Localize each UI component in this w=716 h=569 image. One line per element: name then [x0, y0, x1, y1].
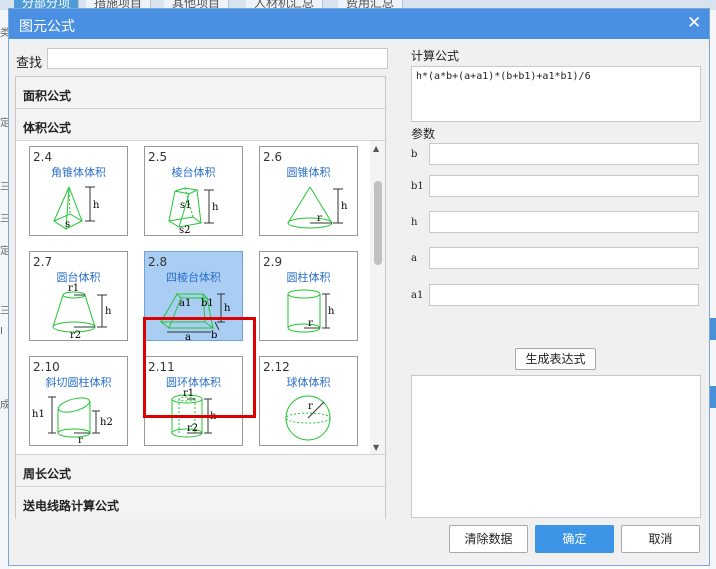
- shape-label: b1: [201, 298, 214, 309]
- card-number: 2.4: [33, 150, 53, 164]
- formula-card-2-7[interactable]: 2.7 圆台体积 r1 h r2: [29, 251, 128, 341]
- shape-label: r1: [68, 283, 79, 294]
- search-label: 查找: [16, 56, 43, 71]
- formula-card-2-6[interactable]: 2.6 圆锥体积 h r: [259, 146, 358, 236]
- cut-cylinder-icon: h1 h2 r: [32, 396, 113, 445]
- formula-card-2-5[interactable]: 2.5 棱台体积 s1 h s2: [144, 146, 243, 236]
- formula-card-2-10[interactable]: 2.10 斜切圆柱体积 h1 h2 r: [29, 356, 128, 446]
- param-label-b: b: [411, 149, 418, 160]
- rect-frustum-icon: a1 b1 h a b: [159, 293, 231, 340]
- shape-label: r: [78, 435, 83, 445]
- expression-output[interactable]: [411, 375, 701, 518]
- formula-card-2-8[interactable]: 2.8 四棱台体积 a1 b1 h a b: [144, 251, 243, 341]
- shape-label: r2: [70, 330, 81, 340]
- shape-label: r2: [187, 423, 198, 434]
- card-number: 2.5: [148, 150, 168, 164]
- scroll-up-icon[interactable]: ▲: [373, 144, 379, 153]
- prism-frustum-icon: s1 h s2: [167, 187, 219, 235]
- param-label-b1: b1: [411, 181, 424, 192]
- cone-icon: h r: [287, 186, 348, 229]
- card-number: 2.6: [263, 150, 283, 164]
- param-label-a1: a1: [411, 290, 424, 301]
- category-volume-header[interactable]: 体积公式: [16, 109, 385, 141]
- shape-label: s2: [179, 225, 191, 235]
- grid-scrollbar[interactable]: ▲ ▼: [370, 141, 385, 454]
- card-number: 2.10: [33, 360, 60, 374]
- category-perimeter-header[interactable]: 周长公式: [16, 455, 385, 487]
- volume-formula-grid: 2.4 角锥体体积 h s 2.5 棱台体积 s1 h s2 2.6 圆锥体积 …: [16, 141, 385, 455]
- param-input-a1[interactable]: [429, 284, 699, 306]
- card-number: 2.8: [148, 255, 168, 269]
- ring-cylinder-icon: r1 h r2: [171, 388, 217, 438]
- card-number: 2.12: [263, 360, 290, 374]
- shape-label: s1: [180, 200, 192, 211]
- formula-text: h*(a*b+(a+a1)*(b+b1)+a1*b1)/6: [416, 71, 591, 82]
- cancel-button[interactable]: 取消: [621, 525, 700, 553]
- formula-category-panel: 面积公式 体积公式 2.4 角锥体体积 h s 2.5 棱台体积 s1 h s2…: [15, 76, 386, 519]
- shape-label: h: [105, 306, 112, 317]
- close-icon[interactable]: ✕: [687, 13, 701, 33]
- card-number: 2.9: [263, 255, 283, 269]
- category-power-line-header[interactable]: 送电线路计算公式: [16, 487, 385, 519]
- shape-label: h: [341, 201, 348, 212]
- pyramid-icon: h s: [52, 186, 100, 230]
- shape-label: h: [93, 200, 100, 211]
- category-area-header[interactable]: 面积公式: [16, 77, 385, 109]
- card-number: 2.11: [148, 360, 175, 374]
- shape-label: h: [210, 411, 217, 422]
- dialog-titlebar: 图元公式 ✕: [9, 9, 709, 39]
- shape-label: h: [328, 306, 335, 317]
- formula-label: 计算公式: [411, 49, 460, 63]
- shape-label: r: [317, 213, 322, 224]
- formula-card-2-4[interactable]: 2.4 角锥体体积 h s: [29, 146, 128, 236]
- scroll-down-icon[interactable]: ▼: [373, 443, 379, 452]
- param-label-a: a: [411, 253, 417, 264]
- search-input[interactable]: [47, 48, 388, 69]
- shape-label: h: [212, 202, 219, 213]
- cylinder-icon: h r: [287, 289, 335, 333]
- sphere-icon: r: [285, 395, 331, 441]
- shape-label: s: [65, 219, 70, 230]
- param-input-b1[interactable]: [429, 175, 699, 197]
- formula-display: h*(a*b+(a+a1)*(b+b1)+a1*b1)/6: [411, 66, 701, 122]
- shape-label: b: [211, 330, 217, 340]
- generate-expression-button[interactable]: 生成表达式: [515, 348, 596, 370]
- scroll-thumb[interactable]: [374, 181, 382, 265]
- formula-card-2-12[interactable]: 2.12 球体体积 r: [259, 356, 358, 446]
- cone-frustum-icon: r1 h r2: [52, 283, 112, 340]
- shape-label: a1: [179, 298, 191, 309]
- formula-card-2-11[interactable]: 2.11 圆环体体积 r1 h r2: [144, 356, 243, 446]
- shape-label: r1: [183, 388, 194, 399]
- ok-button[interactable]: 确定: [535, 525, 614, 553]
- background-mark: I: [0, 326, 3, 337]
- param-label-h: h: [411, 217, 418, 228]
- param-input-b[interactable]: [429, 143, 699, 165]
- param-input-a[interactable]: [429, 247, 699, 269]
- shape-label: r: [308, 318, 313, 329]
- shape-label: h1: [32, 409, 45, 420]
- card-number: 2.7: [33, 255, 53, 269]
- shape-label: a: [185, 332, 191, 340]
- formula-dialog: 图元公式 ✕ 查找 面积公式 体积公式 2.4 角锥体体积 h s 2.5 棱台…: [8, 8, 710, 566]
- shape-label: h: [224, 303, 231, 314]
- shape-label: h2: [100, 417, 113, 428]
- params-label: 参数: [411, 127, 436, 141]
- clear-data-button[interactable]: 清除数据: [449, 525, 528, 553]
- param-input-h[interactable]: [429, 211, 699, 233]
- formula-card-2-9[interactable]: 2.9 圆柱体积 h r: [259, 251, 358, 341]
- shape-label: r: [308, 401, 313, 412]
- dialog-title: 图元公式: [19, 19, 75, 35]
